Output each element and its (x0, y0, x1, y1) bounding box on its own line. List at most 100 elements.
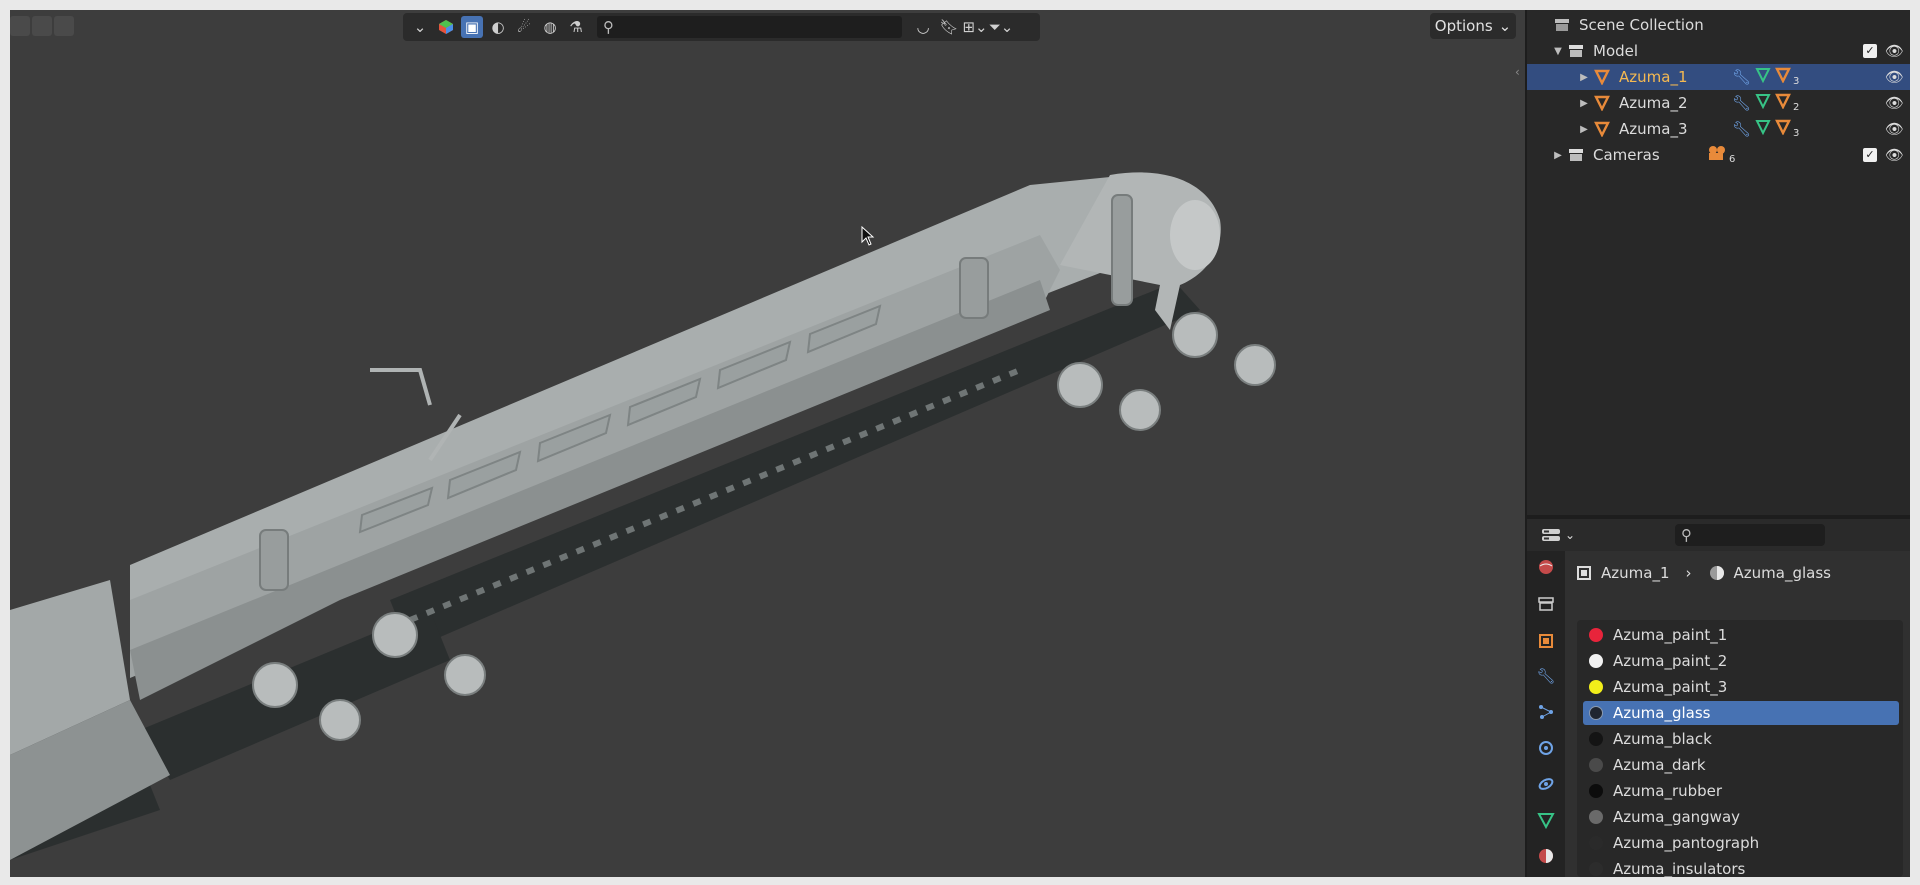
list-item[interactable]: Azuma_paint_1 (1583, 623, 1899, 647)
world-filter-icon[interactable]: ◍ (539, 16, 561, 38)
list-item-selected[interactable]: Azuma_glass (1583, 701, 1899, 725)
collection-icon (1565, 40, 1587, 62)
render-filter-icon[interactable]: ⚗ (565, 16, 587, 38)
viewport-header: ⌄ ▣ ◐ ☄ ◍ ⚗ ⚲ ◡ 🔖︎ ⊞⌄ ⏷⌄ Options ⌄ (10, 10, 1525, 44)
list-item[interactable]: Azuma_insulators (1583, 857, 1899, 877)
scene-collection-row[interactable]: Scene Collection (1527, 12, 1910, 38)
material-preview-icon (1589, 628, 1603, 642)
material-preview-icon (1589, 758, 1603, 772)
properties-editor-icon (1542, 529, 1560, 541)
object-row-azuma-1[interactable]: ▶ Azuma_1 🔧︎ 3 👁︎ (1527, 64, 1910, 90)
select-new-icon[interactable] (10, 16, 30, 36)
material-tab-icon[interactable] (1534, 844, 1558, 868)
expand-right-icon[interactable]: ▶ (1577, 98, 1591, 109)
world-tab-icon[interactable] (1534, 555, 1558, 579)
list-item[interactable]: Azuma_black (1583, 727, 1899, 751)
expand-right-icon[interactable]: ▶ (1577, 124, 1591, 135)
material-preview-icon (1589, 706, 1603, 720)
wrench-icon[interactable]: 🔧︎ (1732, 68, 1751, 86)
object-icon (1577, 566, 1591, 580)
data-tab-icon[interactable] (1534, 808, 1558, 832)
sort-icon[interactable]: ⊞⌄ (962, 16, 987, 38)
options-button[interactable]: Options ⌄ (1430, 13, 1516, 39)
material-preview-icon (1589, 862, 1603, 876)
view-layer-icon[interactable] (435, 16, 457, 38)
chevron-down-icon: ⌄ (1565, 528, 1576, 542)
list-item[interactable]: Azuma_paint_2 (1583, 649, 1899, 673)
properties-header: ⌄ ⚲ (1527, 519, 1910, 551)
bookmark-icon[interactable]: 🔖︎ (938, 16, 960, 38)
collection-row-cameras[interactable]: ▶ Cameras 6 ✓ 👁︎ (1527, 142, 1910, 168)
mesh-data-icon[interactable] (1755, 93, 1771, 113)
expand-right-icon[interactable]: ▶ (1551, 150, 1565, 161)
material-preview-icon (1589, 654, 1603, 668)
select-subtract-icon[interactable] (54, 16, 74, 36)
chevron-right-icon: › (1685, 564, 1692, 582)
list-item[interactable]: Azuma_paint_3 (1583, 675, 1899, 699)
material-slots-icon[interactable] (1775, 93, 1791, 113)
object-row-azuma-2[interactable]: ▶ Azuma_2 🔧︎ 2 👁︎ (1527, 90, 1910, 116)
collection-row-model[interactable]: ▼ Model ✓ 👁︎ (1527, 38, 1910, 64)
list-item[interactable]: Azuma_gangway (1583, 805, 1899, 829)
properties-editor[interactable]: ⌄ ⚲ 🔧︎ Azuma_1 › Azuma_glass Azuma_paint… (1527, 519, 1910, 877)
mesh-object-icon (1591, 92, 1613, 114)
particles-tab-icon[interactable] (1534, 700, 1558, 724)
expand-down-icon[interactable]: ▼ (1551, 46, 1565, 57)
right-editors: Scene Collection ▼ Model ✓ 👁︎ ▶ Azuma_1 … (1527, 10, 1910, 877)
selection-modes (10, 16, 74, 36)
list-item[interactable]: Azuma_dark (1583, 753, 1899, 777)
train-model-render (10, 172, 1276, 860)
object-tab-icon[interactable] (1534, 629, 1558, 653)
camera-icon[interactable] (1707, 145, 1727, 165)
list-item[interactable]: Azuma_pantograph (1583, 831, 1899, 855)
material-preview-icon (1589, 810, 1603, 824)
modifier-tab-icon[interactable]: 🔧︎ (1534, 664, 1558, 688)
select-extend-icon[interactable] (32, 16, 52, 36)
expand-right-icon[interactable]: ▶ (1577, 72, 1591, 83)
filter-search-input[interactable]: ⚲ (597, 16, 902, 38)
mesh-object-icon (1591, 118, 1613, 140)
material-preview-icon (1589, 680, 1603, 694)
material-slots-icon[interactable] (1775, 119, 1791, 139)
blender-window: ⌄ ▣ ◐ ☄ ◍ ⚗ ⚲ ◡ 🔖︎ ⊞⌄ ⏷⌄ Options ⌄ ‹ Sce… (10, 10, 1910, 877)
material-preview-icon (1589, 836, 1603, 850)
mesh-data-icon[interactable] (1755, 67, 1771, 87)
object-row-azuma-3[interactable]: ▶ Azuma_3 🔧︎ 3 👁︎ (1527, 116, 1910, 142)
exclude-checkbox[interactable]: ✓ (1862, 148, 1877, 162)
material-filter-icon[interactable]: ◐ (487, 16, 509, 38)
funnel-icon[interactable]: ⏷⌄ (989, 16, 1014, 38)
constraints-tab-icon[interactable] (1534, 772, 1558, 796)
material-preview-icon (1589, 784, 1603, 798)
wrench-icon[interactable]: 🔧︎ (1732, 94, 1751, 112)
wrench-icon[interactable]: 🔧︎ (1732, 120, 1751, 138)
eye-icon[interactable]: 👁︎ (1885, 94, 1904, 112)
3d-viewport[interactable]: ⌄ ▣ ◐ ☄ ◍ ⚗ ⚲ ◡ 🔖︎ ⊞⌄ ⏷⌄ Options ⌄ ‹ (10, 10, 1525, 877)
selectable-filter-icon[interactable]: ▣ (461, 16, 483, 38)
chevron-down-icon[interactable]: ⌄ (409, 16, 431, 38)
outliner[interactable]: Scene Collection ▼ Model ✓ 👁︎ ▶ Azuma_1 … (1527, 10, 1910, 515)
scene-collection-icon (1551, 14, 1573, 36)
restrict-toggle-icon[interactable]: ◡ (912, 16, 934, 38)
eye-icon[interactable]: 👁︎ (1885, 42, 1904, 60)
filter-toolbar: ⌄ ▣ ◐ ☄ ◍ ⚗ ⚲ ◡ 🔖︎ ⊞⌄ ⏷⌄ (403, 13, 1040, 41)
mesh-data-icon[interactable] (1755, 119, 1771, 139)
editor-type-button[interactable]: ⌄ (1541, 524, 1579, 546)
properties-search-input[interactable]: ⚲ (1675, 524, 1825, 546)
material-slots-icon[interactable] (1775, 67, 1791, 87)
physics-tab-icon[interactable] (1534, 736, 1558, 760)
material-slot-list[interactable]: Azuma_paint_1 Azuma_paint_2 Azuma_paint_… (1577, 620, 1903, 877)
eye-icon[interactable]: 👁︎ (1885, 68, 1904, 86)
collection-icon (1565, 144, 1587, 166)
list-item[interactable]: Azuma_rubber (1583, 779, 1899, 803)
collection-tab-icon[interactable] (1534, 592, 1558, 616)
search-icon: ⚲ (1681, 526, 1692, 544)
mouse-cursor-icon (861, 226, 875, 246)
chevron-down-icon: ⌄ (1498, 17, 1512, 35)
lights-filter-icon[interactable]: ☄ (513, 16, 535, 38)
eye-icon[interactable]: 👁︎ (1885, 120, 1904, 138)
search-icon: ⚲ (603, 18, 614, 36)
material-preview-icon (1589, 732, 1603, 746)
collapse-arrow-icon[interactable]: ‹ (1515, 65, 1520, 79)
eye-icon[interactable]: 👁︎ (1885, 146, 1904, 164)
exclude-checkbox[interactable]: ✓ (1862, 44, 1877, 58)
